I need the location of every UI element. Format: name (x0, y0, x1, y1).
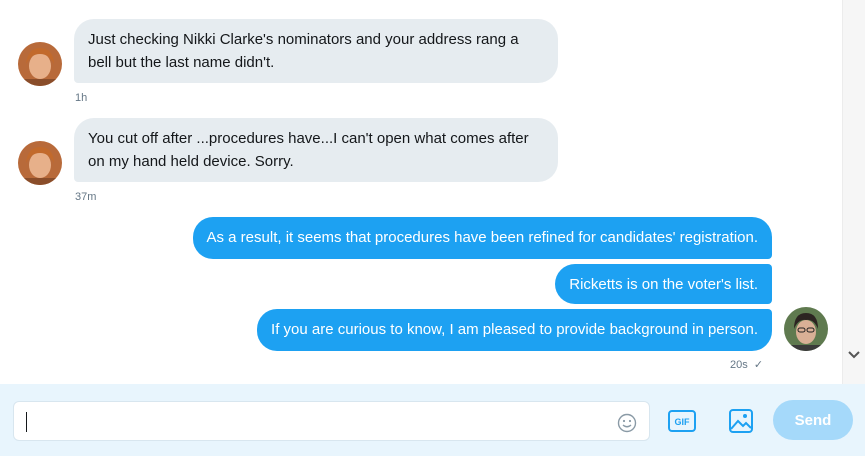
message-composer: GIF Send (0, 384, 865, 456)
message-input-box[interactable] (13, 401, 650, 441)
message-time: 20s (730, 359, 748, 371)
read-receipt-icon: ✓ (753, 359, 764, 371)
avatar[interactable] (784, 307, 828, 351)
message-text: Just checking Nikki Clarke's nominators … (88, 31, 519, 71)
message-bubble-incoming[interactable]: Just checking Nikki Clarke's nominators … (74, 19, 558, 83)
message-bubble-incoming[interactable]: You cut off after ...procedures have...I… (74, 118, 558, 182)
text-caret (26, 412, 27, 432)
message-input[interactable] (24, 408, 604, 434)
image-icon (729, 409, 753, 433)
message-text: If you are curious to know, I am pleased… (271, 321, 758, 338)
message-timestamp: 20s ✓ (730, 358, 763, 371)
message-text: You cut off after ...procedures have...I… (88, 130, 529, 170)
smiley-icon[interactable] (616, 412, 638, 434)
message-timestamp: 1h (75, 92, 88, 104)
message-timestamp: 37m (75, 191, 97, 203)
gif-button[interactable]: GIF (667, 408, 697, 434)
avatar[interactable] (18, 141, 62, 185)
scrollbar[interactable] (842, 0, 865, 384)
gif-icon: GIF (668, 410, 696, 432)
message-text: Ricketts is on the voter's list. (569, 276, 758, 293)
message-bubble-outgoing[interactable]: Ricketts is on the voter's list. (555, 264, 772, 304)
gif-label: GIF (675, 417, 691, 427)
image-button[interactable] (727, 407, 755, 435)
conversation-panel: Just checking Nikki Clarke's nominators … (0, 0, 842, 384)
send-button[interactable]: Send (773, 400, 853, 440)
message-bubble-outgoing[interactable]: If you are curious to know, I am pleased… (257, 309, 772, 351)
message-text: As a result, it seems that procedures ha… (206, 229, 759, 246)
avatar[interactable] (18, 42, 62, 86)
chevron-down-icon[interactable] (845, 344, 863, 366)
message-bubble-outgoing[interactable]: As a result, it seems that procedures ha… (192, 217, 772, 259)
